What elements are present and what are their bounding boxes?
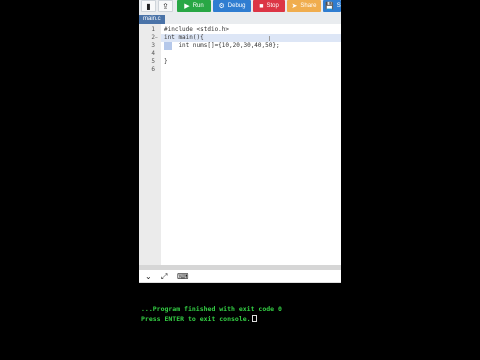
- save-icon: 💾: [325, 2, 334, 10]
- upload-button[interactable]: ⇪: [158, 0, 173, 12]
- mouse-cursor-icon: [269, 36, 270, 41]
- fold-toggle-icon[interactable]: −: [155, 34, 158, 42]
- stop-icon: ■: [259, 2, 264, 10]
- upload-icon: ⇪: [162, 1, 169, 11]
- run-button[interactable]: ▶ Run: [177, 0, 211, 12]
- stop-button[interactable]: ■ Stop: [253, 0, 285, 12]
- share-label: Share: [300, 3, 317, 9]
- online-compiler-app: ▮ ⇪ ▶ Run ⚙ Debug ■ Stop ➤ Share 💾 S mai…: [139, 0, 341, 360]
- code-line[interactable]: int nums[]={10,20,30,40,50};: [164, 42, 279, 50]
- file-icon: ▮: [146, 1, 151, 11]
- line-number: 5: [151, 58, 155, 65]
- line-number: 2: [151, 34, 155, 41]
- code-line[interactable]: }: [164, 58, 168, 66]
- toolbar: ▮ ⇪ ▶ Run ⚙ Debug ■ Stop ➤ Share 💾 S: [139, 0, 341, 13]
- file-tab-main-c[interactable]: main.c: [139, 15, 165, 24]
- chevron-down-icon[interactable]: ⌄: [145, 272, 152, 281]
- line-number: 3: [151, 42, 155, 49]
- input-icon[interactable]: ⌨: [177, 272, 189, 281]
- stop-label: Stop: [266, 3, 279, 9]
- line-number: 1: [151, 26, 155, 33]
- code-editor[interactable]: 1 2 − 3 4 5 6 #include <stdio.h> int mai…: [139, 24, 341, 265]
- console-toolbar: ⌄ ⤢ ⌨: [139, 270, 341, 283]
- output-console[interactable]: ...Program finished with exit code 0 Pre…: [139, 283, 341, 360]
- share-button[interactable]: ➤ Share: [287, 0, 321, 12]
- debug-label: Debug: [227, 3, 246, 9]
- line-number: 6: [151, 66, 155, 73]
- save-button[interactable]: 💾 S: [323, 0, 341, 12]
- share-icon: ➤: [291, 2, 298, 10]
- code-line[interactable]: #include <stdio.h>: [164, 26, 229, 34]
- code-line[interactable]: int main(){: [164, 34, 204, 42]
- line-number: 4: [151, 50, 155, 57]
- file-tab-bar: main.c: [139, 13, 341, 24]
- console-line: Press ENTER to exit console.: [141, 315, 257, 324]
- debug-button[interactable]: ⚙ Debug: [213, 0, 251, 12]
- gear-icon: ⚙: [218, 2, 225, 10]
- console-text: Press ENTER to exit console.: [141, 315, 251, 323]
- play-icon: ▶: [184, 2, 190, 10]
- run-label: Run: [192, 3, 204, 9]
- save-label: S: [336, 3, 341, 9]
- expand-icon[interactable]: ⤢: [161, 272, 167, 281]
- new-file-button[interactable]: ▮: [141, 0, 156, 12]
- console-line: ...Program finished with exit code 0: [141, 305, 282, 313]
- console-cursor: [251, 315, 257, 322]
